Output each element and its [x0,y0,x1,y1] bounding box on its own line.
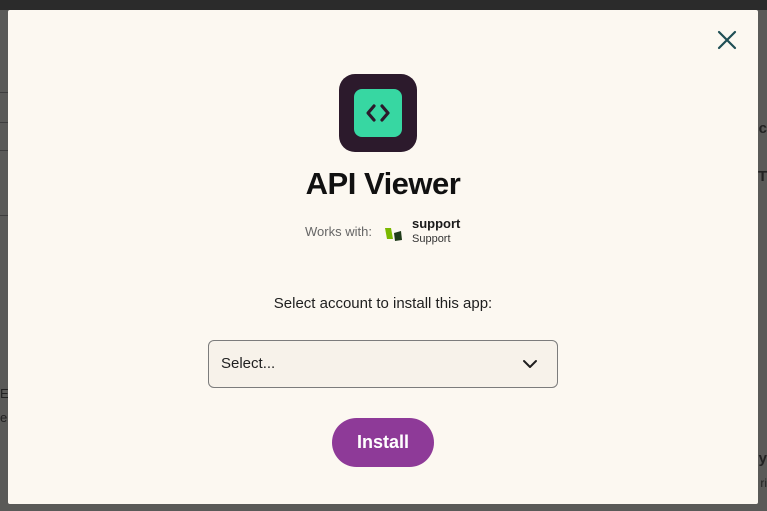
chevron-down-icon [523,360,537,368]
app-title: API Viewer [305,166,461,201]
background-topbar [0,0,767,10]
app-icon [339,74,417,152]
close-icon [717,30,737,50]
background-text: T [758,168,767,185]
close-button[interactable] [715,28,739,52]
account-select-value: Select... [221,355,276,372]
background-text: ri [760,476,767,490]
support-logo-icon [385,228,402,241]
install-button[interactable]: Install [332,418,434,467]
product-subtitle: Support [412,233,451,245]
code-brackets-icon [366,104,390,122]
account-select[interactable]: Select... [208,340,558,388]
works-with: Works with: support Support [305,216,505,247]
background-text: y [758,450,767,467]
install-app-modal: API Viewer Works with: support Support S… [8,10,758,504]
product-name: support [412,216,461,231]
works-with-label: Works with: [305,224,372,239]
select-account-prompt: Select account to install this app: [273,295,493,312]
background-text: c [758,120,767,137]
